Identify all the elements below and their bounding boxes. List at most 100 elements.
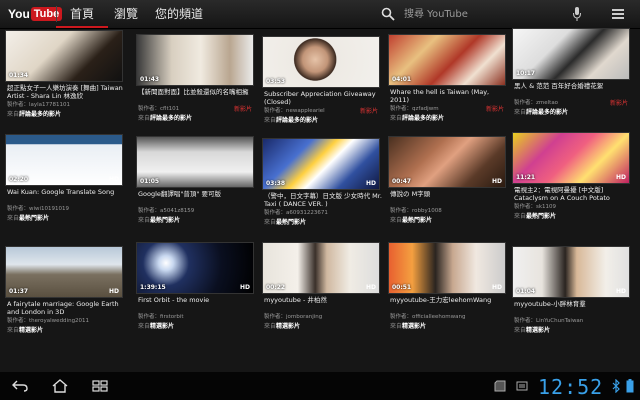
feed-name: 最熱門影片 [19,215,50,222]
video-title[interactable]: 黑人 & 范范 百年好合婚禮花絮 [514,82,632,90]
video-title[interactable]: 【新聞面對面】比並殺還似的名嘴相擁 [138,88,256,96]
microphone-icon[interactable] [572,6,582,22]
hd-badge: HD [365,180,376,187]
video-title[interactable]: myyoutube-小胖林育羣 [514,300,632,308]
video-title[interactable]: Whare the hell is Taiwan (May, 2011) [390,88,508,104]
video-thumbnail[interactable]: 00:22 HD [262,242,380,294]
new-video-badge: 新影片 [359,108,378,115]
feed-name: 評論最多的影片 [19,111,62,118]
menu-icon[interactable] [612,8,624,20]
video-thumbnail[interactable]: 00:51 HD [388,242,506,294]
sd-card-icon [494,380,506,392]
video-card[interactable]: 01:05 Google翻譯唱"普頂" 要可版 製作者：a5041z8159 來… [136,136,254,232]
battery-icon [626,379,634,393]
notification-icon [516,381,528,391]
video-card[interactable]: 03:53 Subscriber Appreciation Giveaway (… [262,36,380,132]
video-title[interactable]: Google翻譯唱"普頂" 要可版 [138,190,256,198]
feed-name: 精選影片 [150,323,175,330]
video-thumbnail[interactable]: 04:01 [388,34,506,86]
feed-name: 精選影片 [526,327,551,334]
feed-name: 評論最多的影片 [276,117,319,124]
tab-browse[interactable]: 瀏覽 [114,0,138,28]
video-card[interactable]: 02:20 HD Wai Kuan: Google Translate Song… [5,134,123,230]
feed-name: 精選影片 [276,323,301,330]
search-icon[interactable] [381,7,395,21]
youtube-logo[interactable]: You Tube [8,6,63,22]
video-thumbnail[interactable]: 00:47 HD [388,136,506,188]
hd-badge: HD [491,178,502,185]
video-author: 製作者：jomboranjing [264,314,323,320]
video-thumbnail[interactable]: 03:38 HD [262,138,380,190]
feed-prefix: 來自 [264,219,277,226]
video-thumbnail[interactable]: 01:37 HD [5,246,123,298]
video-title[interactable]: 傳說の M字頭 [390,190,508,198]
video-title[interactable]: A fairytale marriage: Google Earth and L… [7,300,125,316]
video-card[interactable]: 11:21 HD 電視主2：電視阿曼擾 [中文版] Cataclysm on A… [512,132,630,228]
video-thumbnail[interactable]: 10:17 [512,28,630,80]
video-thumbnail[interactable]: 01:04 HD [512,246,630,298]
video-card[interactable]: 1:39:15 HD First Orbit - the movie 製作者：f… [136,242,254,338]
video-title[interactable]: 超正點女子一人樂坊演奏 [舞曲] Taiwan Artist - Shara L… [7,84,125,100]
video-thumbnail[interactable]: 02:20 HD [5,134,123,186]
video-feed: 來自評論最多的影片 [514,107,568,116]
system-bar: 12:52 [0,372,640,400]
video-author: 製作者：theroyalwedding2011 [7,318,90,324]
video-duration: 10:17 [516,70,536,77]
video-card[interactable]: 10:17 黑人 & 范范 百年好合婚禮花絮 製作者：zmeltao 新影片 來… [512,28,630,124]
video-author: 製作者：a5041z8159 [138,208,195,214]
video-grid: 01:34 超正點女子一人樂坊演奏 [舞曲] Taiwan Artist - S… [0,28,640,372]
video-card[interactable]: 03:38 HD （警中，日文字幕）日文版 少女時代 Mr. Taxi ( DA… [262,138,382,234]
video-title[interactable]: First Orbit - the movie [138,296,256,304]
video-duration: 00:22 [266,284,286,291]
video-feed: 來自評論最多的影片 [264,115,318,124]
video-card[interactable]: 01:04 HD myyoutube-小胖林育羣 製作者：LinYuChunTa… [512,246,630,342]
search-input[interactable] [404,6,564,22]
hd-badge: HD [615,288,626,295]
recent-apps-icon[interactable] [92,380,108,392]
video-duration: 00:51 [392,284,412,291]
video-thumbnail[interactable]: 03:53 [262,36,380,88]
video-card[interactable]: 01:43 【新聞面對面】比並殺還似的名嘴相擁 製作者：cflt101 新影片 … [136,34,254,130]
video-title[interactable]: myyoutube - 井柏然 [264,296,382,304]
video-card[interactable]: 01:34 超正點女子一人樂坊演奏 [舞曲] Taiwan Artist - S… [5,30,123,126]
video-thumbnail[interactable]: 01:34 [5,30,123,82]
video-title[interactable]: 電視主2：電視阿曼擾 [中文版] Cataclysm on A Couch Po… [514,186,632,202]
video-title[interactable]: myyoutube-王力宏leehomWang [390,296,508,304]
feed-name: 最熱門影片 [402,217,433,224]
video-thumbnail[interactable]: 01:05 [136,136,254,188]
tab-your-channel[interactable]: 您的頻道 [155,0,203,28]
tab-home[interactable]: 首頁 [55,0,109,28]
video-feed: 來自最熱門影片 [138,215,180,224]
feed-prefix: 來自 [7,327,20,334]
video-author: 製作者：sk1109 [514,204,557,210]
video-author: 製作者：LinYuChunTaiwan [514,318,584,324]
feed-prefix: 來自 [138,323,151,330]
hd-badge: HD [491,284,502,291]
hd-badge: HD [108,288,119,295]
video-duration: 01:34 [9,72,29,79]
video-feed: 來自精選影片 [264,321,300,330]
logo-tube: Tube [30,7,63,21]
video-feed: 來自評論最多的影片 [138,113,192,122]
video-card[interactable]: 01:37 HD A fairytale marriage: Google Ea… [5,246,123,342]
video-thumbnail[interactable]: 01:43 [136,34,254,86]
video-card[interactable]: 04:01 Whare the hell is Taiwan (May, 201… [388,34,506,130]
video-feed: 來自最熱門影片 [390,215,432,224]
logo-you: You [8,7,30,21]
video-card[interactable]: 00:22 HD myyoutube - 井柏然 製作者：jomboranjin… [262,242,380,338]
video-card[interactable]: 00:47 HD 傳說の M字頭 製作者：robby1008 來自最熱門影片 [388,136,506,232]
back-icon[interactable] [12,380,28,392]
video-title[interactable]: Subscriber Appreciation Giveaway (Closed… [264,90,382,106]
home-icon[interactable] [52,379,68,393]
video-author: 製作者：robby1008 [390,208,442,214]
video-thumbnail[interactable]: 11:21 HD [512,132,630,184]
video-duration: 03:38 [266,180,286,187]
new-video-badge: 新影片 [485,106,504,113]
new-video-badge: 新影片 [609,100,628,107]
video-thumbnail[interactable]: 1:39:15 HD [136,242,254,294]
video-feed: 來自精選影片 [7,325,43,334]
feed-prefix: 來自 [514,327,527,334]
video-title[interactable]: （警中，日文字幕）日文版 少女時代 Mr. Taxi ( DANCE VER. … [264,192,382,208]
video-card[interactable]: 00:51 HD myyoutube-王力宏leehomWang 製作者：off… [388,242,506,338]
video-title[interactable]: Wai Kuan: Google Translate Song [7,188,125,196]
